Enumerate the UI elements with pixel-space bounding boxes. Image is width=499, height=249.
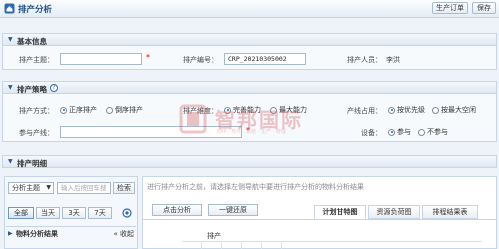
radio-label: 按最大空闲 xyxy=(441,106,476,114)
help-icon[interactable]: ? xyxy=(50,84,58,92)
tab-resource-load[interactable]: 资源负荷图 xyxy=(368,205,420,219)
table-header: 排产 xyxy=(207,232,221,240)
basic-info-header[interactable]: ▼ 基本信息 xyxy=(2,33,497,46)
gantt-header-row xyxy=(182,241,482,249)
mode-label: 排产方式： xyxy=(19,107,54,115)
radio-dot[interactable] xyxy=(106,106,113,114)
restore-button[interactable]: 一键还原 xyxy=(208,204,258,216)
gantt-cell xyxy=(222,242,242,249)
range-today-button[interactable]: 当天 xyxy=(36,207,60,219)
radio-by-priority[interactable]: 按优先级 xyxy=(388,105,425,115)
radio-dot[interactable] xyxy=(388,106,395,114)
code-label: 排产编号： xyxy=(183,56,218,64)
radio-backward-scheduling[interactable]: 倒序排产 xyxy=(106,105,143,115)
page-title: 排产分析 xyxy=(18,5,53,15)
top-bar: 排产分析 xyxy=(0,0,499,18)
strategy-header[interactable]: ▼ 排产策略 xyxy=(2,81,497,94)
collapse-arrow-icon: ▼ xyxy=(8,158,13,165)
range-all-button[interactable]: 全部 xyxy=(8,207,34,219)
radio-equipment-participate[interactable]: 参与 xyxy=(388,127,411,137)
radio-label: 正序排产 xyxy=(69,106,97,114)
gantt-cell xyxy=(182,242,202,249)
radio-label: 参与 xyxy=(397,128,411,136)
person-label: 排产人员： xyxy=(347,56,382,64)
required-mark: * xyxy=(146,53,150,62)
radio-dot[interactable] xyxy=(60,106,67,114)
scheduling-hint: 进行排产分析之前，请选择左侧导航中要进行排产分析的物料分析结果 xyxy=(147,183,364,191)
range-7days-button[interactable]: 7天 xyxy=(88,207,112,219)
gantt-cell xyxy=(242,242,262,249)
collapse-label: 收起 xyxy=(120,230,134,238)
radio-label: 按优先级 xyxy=(397,106,425,114)
home-icon xyxy=(4,3,15,14)
tab-schedule-result[interactable]: 排程结果表 xyxy=(422,205,478,219)
tab-divider xyxy=(142,219,497,220)
radio-forward-scheduling[interactable]: 正序排产 xyxy=(60,105,97,115)
topic-label: 排产主题： xyxy=(19,56,54,64)
radio-dot[interactable] xyxy=(388,128,395,136)
collapse-arrow-icon: ▼ xyxy=(8,84,13,91)
settings-icon[interactable] xyxy=(122,208,132,218)
radio-dot[interactable] xyxy=(418,128,425,136)
topic-input[interactable] xyxy=(60,53,142,65)
radio-by-max-idle[interactable]: 按最大空闲 xyxy=(432,105,476,115)
radio-equipment-not-participate[interactable]: 不参与 xyxy=(418,127,448,137)
topic-select[interactable]: 分析主题 ▼ xyxy=(8,182,54,194)
save-button[interactable]: 保存 xyxy=(472,2,496,14)
code-input[interactable]: CRP_20210305002 xyxy=(224,53,306,65)
result-title-row: ▶ 物料分析结果 « 收起 xyxy=(6,226,136,238)
select-value: 分析主题 xyxy=(12,184,40,192)
collapse-link[interactable]: « 收起 xyxy=(113,229,134,239)
search-button[interactable]: 检索 xyxy=(113,182,135,194)
person-value: 李洪 xyxy=(386,56,400,64)
collapse-arrow-icon: ▼ xyxy=(8,36,13,43)
production-order-button[interactable]: 生产订单 xyxy=(432,2,468,14)
detail-header[interactable]: ▼ 排产明细 xyxy=(2,155,497,168)
radio-dot[interactable] xyxy=(432,106,439,114)
analyze-button[interactable]: 点击分析 xyxy=(152,204,202,216)
chevron-down-icon: ▼ xyxy=(46,184,51,191)
expand-arrow-icon: ▶ xyxy=(8,230,13,237)
watermark-subtext: ERP · 软件 · 系统 · 生产 · 管理 xyxy=(217,129,286,135)
gantt-cell xyxy=(202,242,222,249)
gantt-cell xyxy=(262,242,282,249)
result-title: 物料分析结果 xyxy=(16,230,58,238)
radio-label: 不参与 xyxy=(427,128,448,136)
watermark: 智邦国际 ERP · 软件 · 系统 · 生产 · 管理 xyxy=(175,102,345,138)
double-chevron-left-icon: « xyxy=(113,230,118,238)
tab-gantt-chart[interactable]: 计划甘特图 xyxy=(314,205,366,219)
section-title: 排产明细 xyxy=(17,159,47,168)
radio-label: 倒序排产 xyxy=(115,106,143,114)
participate-line-label: 参与产线： xyxy=(19,129,54,137)
search-input[interactable]: 输入后按回车搜 xyxy=(57,182,111,194)
watermark-logo-icon xyxy=(179,104,207,134)
range-3days-button[interactable]: 3天 xyxy=(62,207,86,219)
